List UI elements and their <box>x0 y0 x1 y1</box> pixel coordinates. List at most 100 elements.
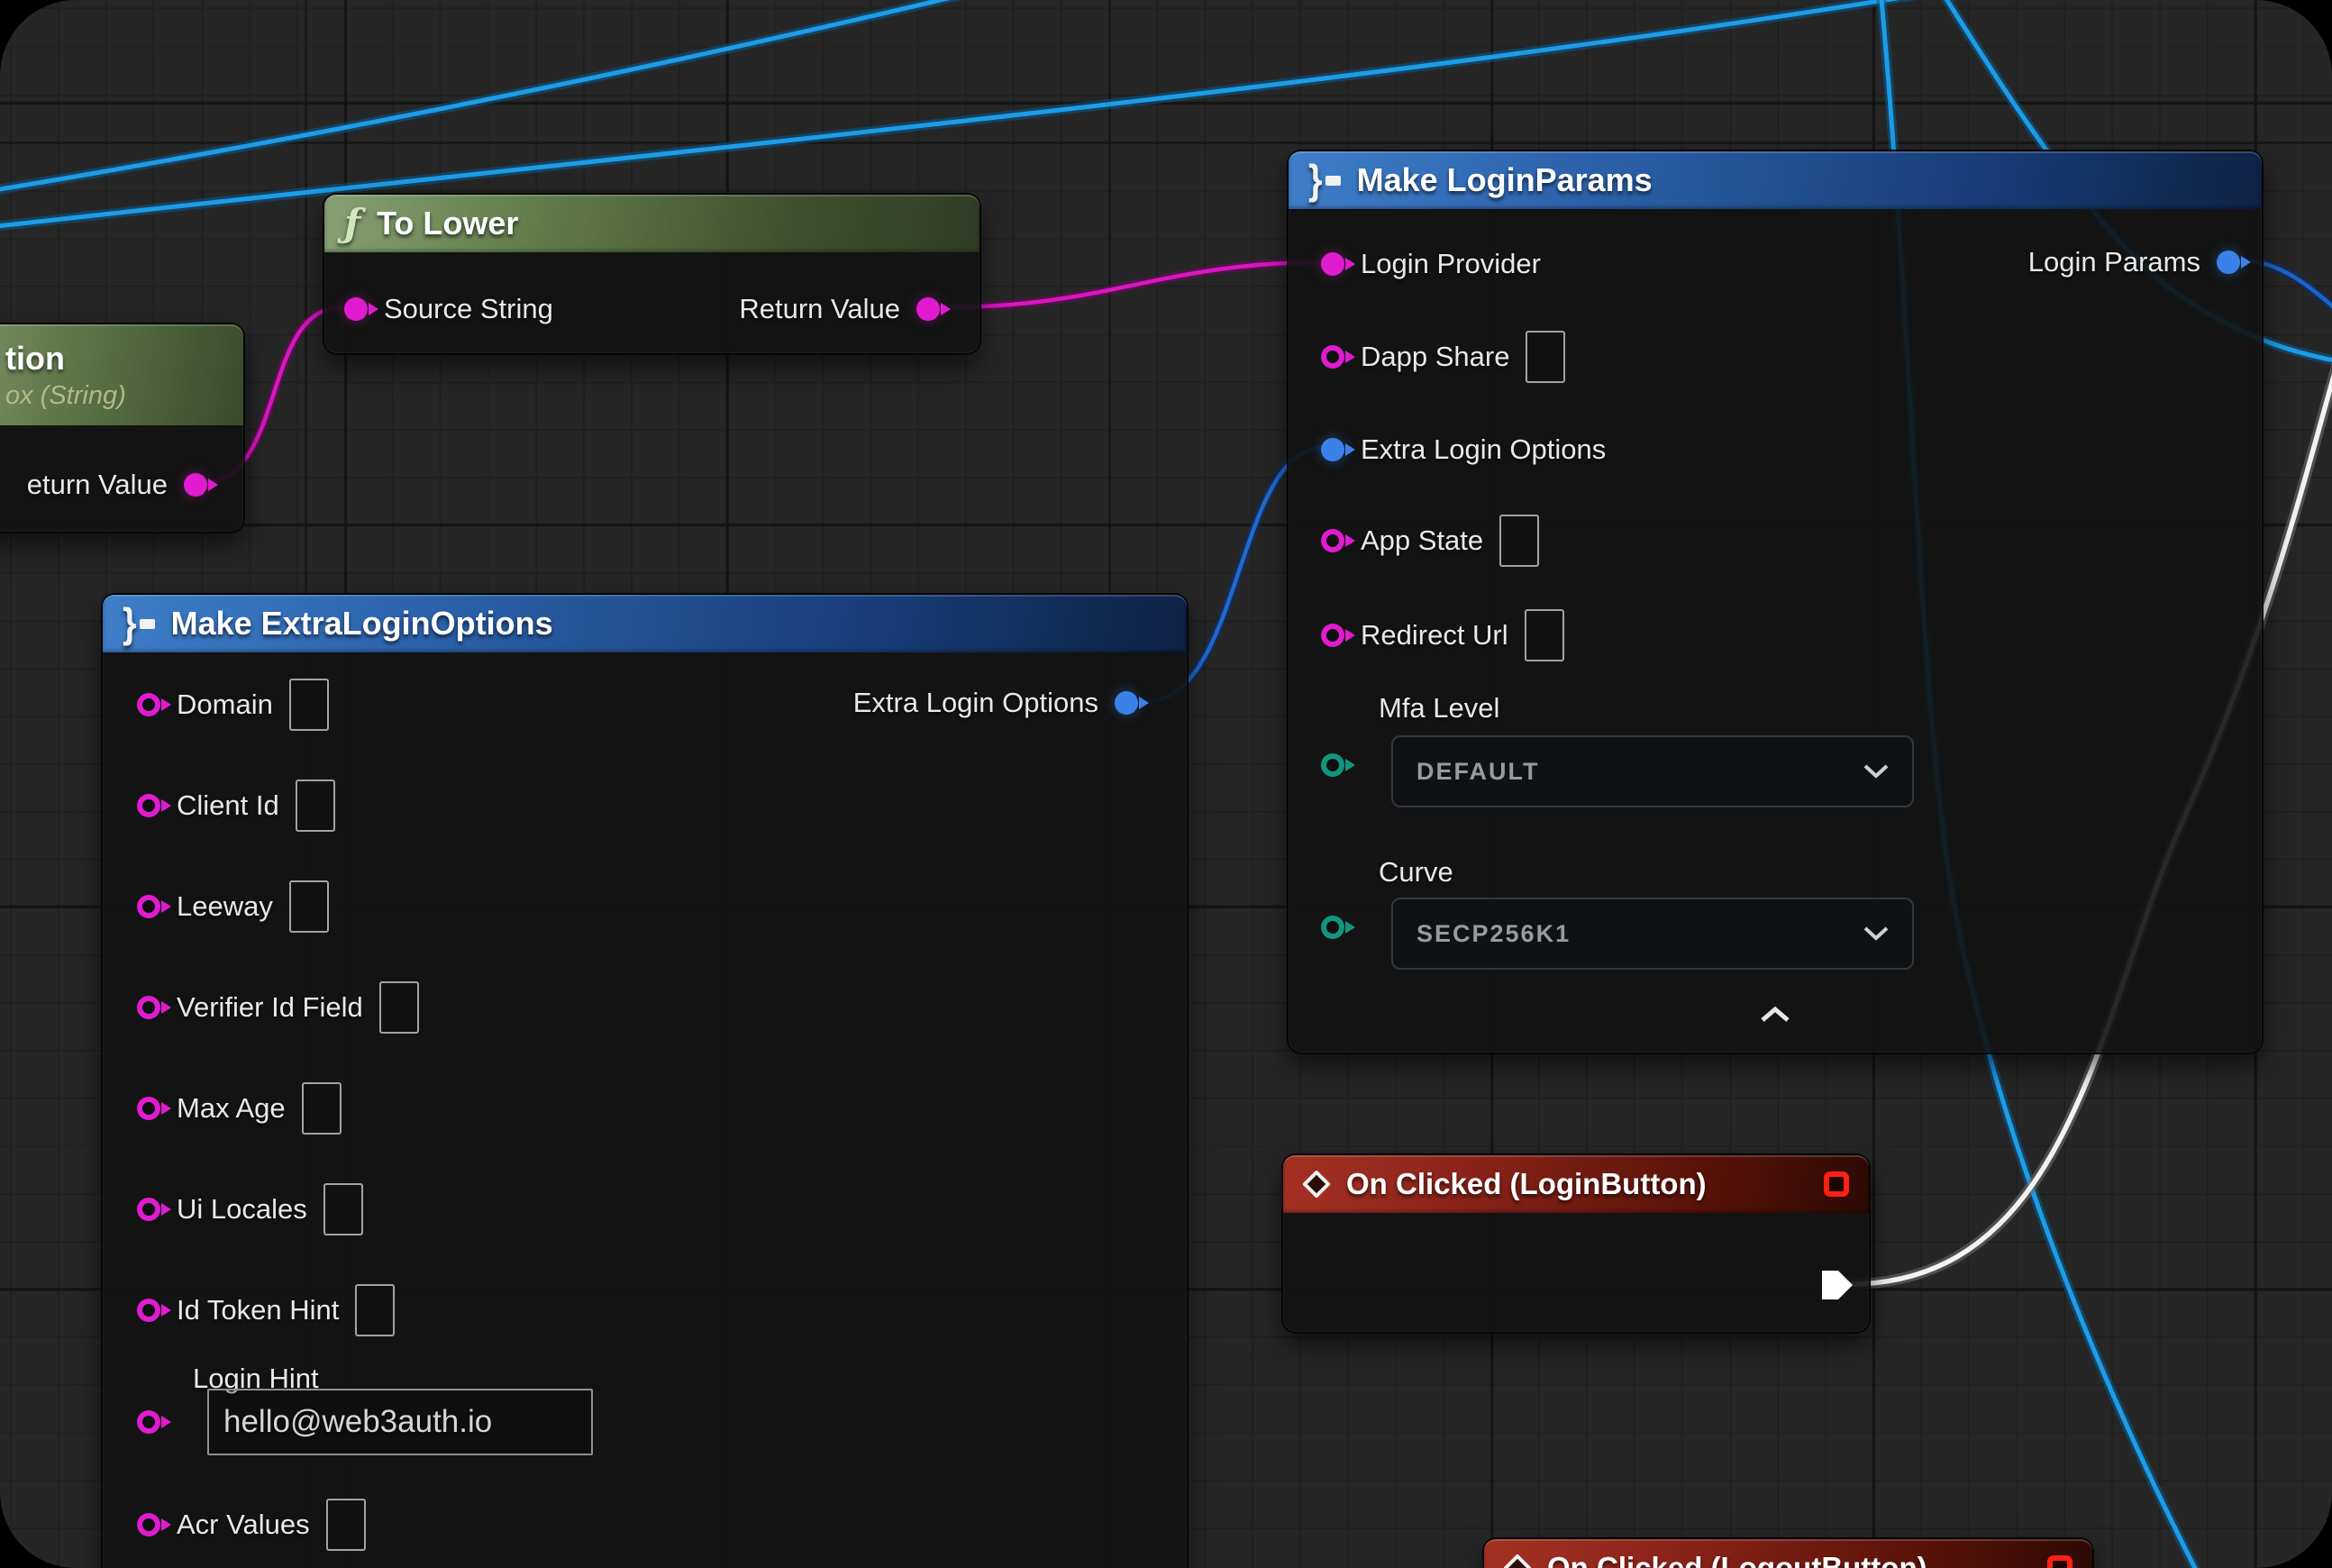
struct-output-pin[interactable] <box>2217 251 2240 274</box>
string-input-pin[interactable] <box>137 1097 160 1120</box>
pin-label-source-string: Source String <box>384 293 553 325</box>
pin-label-extra-login-options: Extra Login Options <box>1361 433 1606 466</box>
node-make-loginparams[interactable]: } Make LoginParams Login Provider Login … <box>1287 150 2264 1054</box>
pin-row-domain: Domain <box>137 679 329 731</box>
acr-values-input-field[interactable] <box>326 1499 366 1551</box>
string-input-pin[interactable] <box>344 297 368 321</box>
collapse-node-button[interactable] <box>1759 1006 1791 1028</box>
node-to-lower-header: ƒ To Lower <box>324 195 979 252</box>
pin-label-login-provider: Login Provider <box>1361 248 1541 280</box>
enum-input-pin[interactable] <box>1321 753 1344 777</box>
pin-row-login-hint: hello@web3auth.io <box>137 1389 593 1455</box>
pin-label-curve: Curve <box>1379 856 1453 889</box>
make-struct-icon: } <box>1308 164 1341 196</box>
string-input-pin[interactable] <box>1321 529 1344 552</box>
node-logout-btn-header: On Clicked (LogoutButton) <box>1484 1539 2092 1568</box>
pin-row-return-value: Return Value <box>739 293 940 325</box>
pin-label-ui-locales: Ui Locales <box>177 1193 307 1226</box>
node-partial-title: tion <box>5 340 223 378</box>
delegate-pin-icon[interactable] <box>2047 1555 2072 1568</box>
graph-canvas[interactable]: tion ox (String) eturn Value ƒ To Lower … <box>0 0 2332 1568</box>
struct-input-pin[interactable] <box>1321 438 1344 461</box>
pin-row-redirect-url: Redirect Url <box>1321 609 1564 661</box>
domain-input-field[interactable] <box>289 679 329 731</box>
pin-row-verifier-id-field: Verifier Id Field <box>137 981 419 1034</box>
string-input-pin[interactable] <box>137 1410 160 1434</box>
node-partial-function[interactable]: tion ox (String) eturn Value <box>0 323 245 533</box>
pin-label-dapp-share: Dapp Share <box>1361 341 1509 373</box>
pin-label-domain: Domain <box>177 688 273 721</box>
pin-label-return-value: eturn Value <box>27 469 168 501</box>
pin-label-acr-values: Acr Values <box>177 1509 310 1541</box>
id-token-hint-input-field[interactable] <box>355 1284 395 1336</box>
pin-label-id-token-hint: Id Token Hint <box>177 1294 339 1326</box>
chevron-down-icon <box>1863 926 1889 941</box>
node-login-btn-title: On Clicked (LoginButton) <box>1346 1167 1707 1201</box>
string-input-pin[interactable] <box>1321 345 1344 369</box>
wire-cyan-top-a[interactable] <box>0 0 986 191</box>
node-logout-btn-title: On Clicked (LogoutButton) <box>1547 1551 1927 1568</box>
mfa-level-dropdown[interactable]: DEFAULT <box>1391 735 1914 807</box>
string-input-pin[interactable] <box>137 693 160 716</box>
curve-dropdown[interactable]: SECP256K1 <box>1391 898 1914 970</box>
node-extra-header: } Make ExtraLoginOptions <box>103 595 1187 652</box>
pin-row-dapp-share: Dapp Share <box>1321 331 1565 383</box>
enum-input-pin[interactable] <box>1321 916 1344 939</box>
redirect-url-input-field[interactable] <box>1525 609 1564 661</box>
event-diamond-icon <box>1303 1171 1330 1198</box>
max-age-input-field[interactable] <box>302 1082 342 1135</box>
pin-row-login-provider: Login Provider <box>1321 248 1541 280</box>
node-params-title: Make LoginParams <box>1357 161 1653 199</box>
pin-row-extra-login-options-in: Extra Login Options <box>1321 433 1606 466</box>
verifier-id-input-field[interactable] <box>379 981 419 1034</box>
string-input-pin[interactable] <box>1321 252 1344 276</box>
node-partial-header: tion ox (String) <box>0 324 243 425</box>
exec-pin-icon <box>1822 1271 1854 1299</box>
exec-output-pin[interactable] <box>1822 1271 1854 1304</box>
ui-locales-input-field[interactable] <box>323 1183 363 1235</box>
string-input-pin[interactable] <box>1321 624 1344 647</box>
pin-label-client-id: Client Id <box>177 789 279 822</box>
pin-label-app-state: App State <box>1361 524 1483 557</box>
string-output-pin[interactable] <box>184 473 207 497</box>
string-input-pin[interactable] <box>137 1198 160 1221</box>
wire-string-tolower-to-provider[interactable] <box>944 262 1323 307</box>
string-input-pin[interactable] <box>137 996 160 1019</box>
pin-label-return-value: Return Value <box>739 293 900 325</box>
pin-row-extra-login-options-out: Extra Login Options <box>853 687 1138 719</box>
pin-label-extra-login-options: Extra Login Options <box>853 687 1098 719</box>
mfa-level-value: DEFAULT <box>1417 758 1540 786</box>
node-partial-subtitle: ox (String) <box>5 381 223 411</box>
delegate-pin-icon[interactable] <box>1824 1171 1849 1197</box>
pin-row-mfa-level <box>1321 753 1344 777</box>
string-output-pin[interactable] <box>916 297 940 321</box>
string-input-pin[interactable] <box>137 895 160 918</box>
leeway-input-field[interactable] <box>289 880 329 933</box>
node-extra-title: Make ExtraLoginOptions <box>171 605 553 643</box>
node-login-btn-header: On Clicked (LoginButton) <box>1283 1155 1869 1213</box>
node-onclicked-loginbutton[interactable]: On Clicked (LoginButton) <box>1281 1153 1871 1334</box>
string-input-pin[interactable] <box>137 1299 160 1322</box>
pin-row-source-string: Source String <box>344 293 553 325</box>
client-id-input-field[interactable] <box>296 779 335 832</box>
dapp-share-input-field[interactable] <box>1526 331 1565 383</box>
login-hint-input-field[interactable]: hello@web3auth.io <box>207 1389 593 1455</box>
node-make-extraloginoptions[interactable]: } Make ExtraLoginOptions Domain Client I… <box>101 593 1189 1568</box>
event-diamond-icon <box>1504 1554 1531 1568</box>
pin-row-leeway: Leeway <box>137 880 329 933</box>
string-input-pin[interactable] <box>137 794 160 817</box>
pin-row-app-state: App State <box>1321 515 1539 567</box>
pin-row-login-params-out: Login Params <box>2028 246 2240 278</box>
node-params-header: } Make LoginParams <box>1289 151 2262 209</box>
node-onclicked-logoutbutton[interactable]: On Clicked (LogoutButton) <box>1482 1537 2094 1568</box>
pin-label-redirect-url: Redirect Url <box>1361 619 1508 652</box>
string-input-pin[interactable] <box>137 1513 160 1536</box>
pin-row-client-id: Client Id <box>137 779 335 832</box>
pin-label-max-age: Max Age <box>177 1092 286 1125</box>
struct-output-pin[interactable] <box>1115 691 1138 715</box>
pin-row-partial-return: eturn Value <box>27 469 207 501</box>
pin-row-max-age: Max Age <box>137 1082 342 1135</box>
app-state-input-field[interactable] <box>1499 515 1539 567</box>
pin-label-verifier-id-field: Verifier Id Field <box>177 991 363 1024</box>
node-to-lower[interactable]: ƒ To Lower Source String Return Value <box>323 193 981 355</box>
